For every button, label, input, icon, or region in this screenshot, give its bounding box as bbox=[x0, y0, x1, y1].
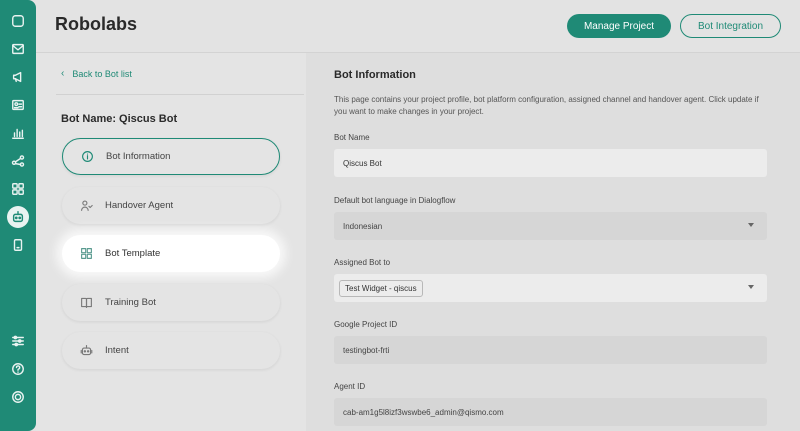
mobile-icon[interactable] bbox=[8, 235, 28, 255]
divider bbox=[56, 94, 304, 95]
language-label: Default bot language in Dialogflow bbox=[334, 196, 456, 205]
menu-item-training-bot[interactable]: Training Bot bbox=[62, 284, 280, 321]
contacts-icon[interactable] bbox=[8, 95, 28, 115]
agent-id-field[interactable]: cab-am1g5l8izf3wswbe6_admin@qismo.com bbox=[334, 398, 767, 426]
inbox-icon[interactable] bbox=[8, 39, 28, 59]
chevron-left-icon: ‹ bbox=[61, 68, 65, 79]
caret-down-icon bbox=[748, 285, 754, 289]
bot-name-value: Qiscus Bot bbox=[343, 158, 382, 168]
assigned-channel-tag: Test Widget - qiscus bbox=[339, 279, 423, 297]
help-icon[interactable] bbox=[8, 359, 28, 379]
agent-id-label: Agent ID bbox=[334, 382, 366, 391]
manage-project-button[interactable]: Manage Project bbox=[567, 14, 671, 38]
apps-icon[interactable] bbox=[8, 179, 28, 199]
menu-item-label: Intent bbox=[105, 345, 129, 356]
language-value: Indonesian bbox=[343, 221, 383, 231]
agent-icon bbox=[79, 199, 93, 213]
robot-icon bbox=[79, 344, 93, 358]
project-id-field[interactable]: testingbot-frti bbox=[334, 336, 767, 364]
menu-item-label: Bot Template bbox=[105, 248, 161, 259]
menu-item-bot-information[interactable]: Bot Information bbox=[62, 138, 280, 175]
back-to-bot-list-link[interactable]: ‹ Back to Bot list bbox=[61, 68, 132, 79]
assigned-bot-select[interactable]: Test Widget - qiscus bbox=[334, 274, 767, 302]
book-icon bbox=[79, 296, 93, 310]
bot-information-panel: Bot Information This page contains your … bbox=[306, 53, 800, 431]
menu-item-handover-agent[interactable]: Handover Agent bbox=[62, 187, 280, 224]
analytics-icon[interactable] bbox=[8, 123, 28, 143]
section-title: Bot Information bbox=[334, 69, 416, 81]
sidebar bbox=[0, 0, 36, 431]
menu-item-bot-template[interactable]: Bot Template bbox=[62, 235, 280, 272]
chat-icon[interactable] bbox=[8, 11, 28, 31]
language-select[interactable]: Indonesian bbox=[334, 212, 767, 240]
bot-icon[interactable] bbox=[7, 206, 29, 228]
menu-item-intent[interactable]: Intent bbox=[62, 332, 280, 369]
bot-integration-button[interactable]: Bot Integration bbox=[680, 14, 781, 38]
bot-menu-panel: ‹ Back to Bot list Bot Name: Qiscus Bot … bbox=[36, 53, 306, 431]
bot-name-label: Bot Name bbox=[334, 133, 370, 142]
profile-icon[interactable] bbox=[8, 387, 28, 407]
integration-icon[interactable] bbox=[8, 151, 28, 171]
template-grid-icon bbox=[79, 247, 93, 261]
bot-name-field[interactable]: Qiscus Bot bbox=[334, 149, 767, 177]
agent-id-value: cab-am1g5l8izf3wswbe6_admin@qismo.com bbox=[343, 407, 504, 417]
project-id-value: testingbot-frti bbox=[343, 345, 390, 355]
settings-icon[interactable] bbox=[8, 331, 28, 351]
bot-name-heading: Bot Name: Qiscus Bot bbox=[61, 113, 178, 125]
back-link-label: Back to Bot list bbox=[72, 68, 132, 79]
broadcast-icon[interactable] bbox=[8, 67, 28, 87]
menu-item-label: Handover Agent bbox=[105, 200, 174, 211]
assigned-bot-label: Assigned Bot to bbox=[334, 258, 391, 267]
menu-item-label: Training Bot bbox=[105, 297, 156, 308]
menu-item-label: Bot Information bbox=[106, 151, 171, 162]
caret-down-icon bbox=[748, 223, 754, 227]
project-id-label: Google Project ID bbox=[334, 320, 398, 329]
info-icon bbox=[80, 150, 94, 164]
section-description: This page contains your project profile,… bbox=[334, 95, 759, 116]
app-title: Robolabs bbox=[55, 14, 138, 34]
